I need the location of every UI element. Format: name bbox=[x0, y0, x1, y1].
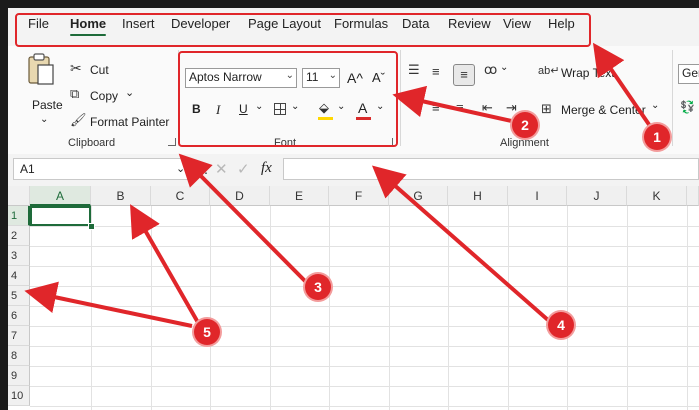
wrap-text-icon: ab↵ bbox=[538, 65, 560, 77]
name-box-chevron-down-icon[interactable]: ⌄ bbox=[176, 162, 185, 175]
column-header[interactable]: C bbox=[151, 186, 210, 206]
merge-center-button[interactable]: Merge & Center bbox=[561, 103, 646, 117]
font-group-highlight-box bbox=[178, 51, 398, 147]
clipboard-launcher-icon[interactable] bbox=[168, 138, 176, 146]
gridline bbox=[687, 206, 688, 410]
column-header[interactable]: H bbox=[448, 186, 508, 206]
gridline bbox=[30, 226, 699, 227]
more-options-icon[interactable]: ⋮ bbox=[200, 162, 212, 176]
row-header[interactable]: 4 bbox=[8, 266, 30, 286]
gridline bbox=[567, 206, 568, 410]
column-header[interactable]: A bbox=[30, 186, 91, 206]
row-header[interactable]: 7 bbox=[8, 326, 30, 346]
gridline bbox=[270, 206, 271, 410]
annotation-badge-2: 2 bbox=[512, 112, 538, 138]
gridline bbox=[30, 246, 699, 247]
row-header[interactable]: 9 bbox=[8, 366, 30, 386]
number-format-dropdown[interactable]: Gen bbox=[678, 64, 699, 84]
formula-input[interactable] bbox=[283, 158, 699, 180]
copy-icon: ⧉ bbox=[70, 86, 80, 101]
orientation-icon[interactable]: ꝏ bbox=[484, 62, 497, 78]
paintbrush-icon: 🖌 bbox=[70, 112, 87, 127]
annotation-badge-5: 5 bbox=[194, 319, 220, 345]
paste-button[interactable] bbox=[24, 52, 58, 86]
gridline bbox=[30, 306, 699, 307]
cut-button[interactable]: Cut bbox=[90, 63, 109, 77]
divider bbox=[400, 50, 401, 146]
gridline bbox=[151, 206, 152, 410]
gridline bbox=[389, 206, 390, 410]
gridline bbox=[30, 406, 699, 407]
clipboard-icon bbox=[28, 53, 54, 85]
increase-indent-icon[interactable]: ⇥ bbox=[506, 100, 517, 116]
gridline bbox=[448, 206, 449, 410]
column-header[interactable]: I bbox=[508, 186, 567, 206]
gridline bbox=[91, 206, 92, 410]
column-header[interactable]: B bbox=[91, 186, 151, 206]
gridline bbox=[30, 326, 699, 327]
worksheet-grid[interactable]: A B C D E F G H I J K 1 2 3 4 5 6 7 8 9 … bbox=[8, 186, 699, 410]
chevron-down-icon[interactable]: ⌄ bbox=[651, 100, 659, 111]
enter-check-icon[interactable]: ✓ bbox=[237, 160, 250, 178]
gridline bbox=[30, 266, 699, 267]
formula-bar: A1 ⌄ ⋮ ✕ ✓ fx bbox=[8, 154, 699, 186]
fill-handle[interactable] bbox=[88, 223, 95, 230]
divider bbox=[672, 50, 673, 146]
gridline bbox=[30, 286, 699, 287]
column-header[interactable] bbox=[687, 186, 699, 206]
column-header[interactable]: K bbox=[627, 186, 687, 206]
column-header[interactable]: D bbox=[210, 186, 270, 206]
copy-dropdown-icon[interactable]: ⌄ bbox=[125, 86, 134, 99]
format-painter-button[interactable]: Format Painter bbox=[90, 115, 169, 129]
tabs-highlight-box bbox=[15, 13, 591, 47]
gridline bbox=[210, 206, 211, 410]
align-left-icon[interactable]: ≡ bbox=[432, 100, 440, 115]
copy-button[interactable]: Copy bbox=[90, 89, 118, 103]
column-header[interactable]: F bbox=[329, 186, 389, 206]
gridline bbox=[508, 206, 509, 410]
align-middle-icon[interactable]: ≡ bbox=[432, 64, 440, 79]
row-header[interactable]: 3 bbox=[8, 246, 30, 266]
decrease-indent-icon[interactable]: ⇤ bbox=[482, 100, 493, 116]
gridline bbox=[30, 366, 699, 367]
chevron-down-icon[interactable]: ⌄ bbox=[500, 62, 508, 73]
wrap-text-button[interactable]: Wrap Text bbox=[561, 66, 615, 80]
alignment-group-label: Alignment bbox=[500, 137, 549, 149]
column-header[interactable]: J bbox=[567, 186, 627, 206]
merge-center-icon: ⊞ bbox=[541, 101, 552, 116]
row-header[interactable]: 2 bbox=[8, 226, 30, 246]
clipboard-group-label: Clipboard bbox=[68, 137, 116, 149]
row-header[interactable]: 10 bbox=[8, 386, 30, 406]
align-center-icon[interactable]: ≡ bbox=[456, 100, 464, 115]
gridline bbox=[627, 206, 628, 410]
row-header[interactable]: 5 bbox=[8, 286, 30, 306]
gridline bbox=[30, 346, 699, 347]
cancel-icon[interactable]: ✕ bbox=[215, 160, 228, 178]
align-top-icon[interactable]: ☰ bbox=[408, 62, 420, 78]
column-header[interactable]: G bbox=[389, 186, 448, 206]
active-cell-a1[interactable] bbox=[30, 206, 91, 226]
annotation-badge-4: 4 bbox=[548, 312, 574, 338]
name-box[interactable]: A1 bbox=[13, 158, 191, 180]
gridline bbox=[30, 386, 699, 387]
align-bottom-icon[interactable]: ≡ bbox=[453, 64, 475, 86]
number-format-value: Gen bbox=[682, 66, 699, 80]
column-header[interactable]: E bbox=[270, 186, 329, 206]
currency-format-icon[interactable]: 💱 bbox=[680, 100, 695, 114]
row-header[interactable]: 6 bbox=[8, 306, 30, 326]
row-header[interactable]: 1 bbox=[8, 206, 30, 226]
select-all-corner[interactable] bbox=[8, 186, 30, 206]
insert-function-button[interactable]: fx bbox=[261, 160, 272, 177]
scissors-icon: ✂ bbox=[70, 60, 82, 76]
annotation-badge-3: 3 bbox=[305, 274, 331, 300]
paste-dropdown-icon[interactable]: ⌄ bbox=[40, 114, 48, 125]
annotation-badge-1: 1 bbox=[644, 124, 670, 150]
paste-label[interactable]: Paste bbox=[32, 98, 63, 112]
name-box-value: A1 bbox=[20, 162, 35, 176]
row-header[interactable]: 8 bbox=[8, 346, 30, 366]
gridline bbox=[329, 206, 330, 410]
